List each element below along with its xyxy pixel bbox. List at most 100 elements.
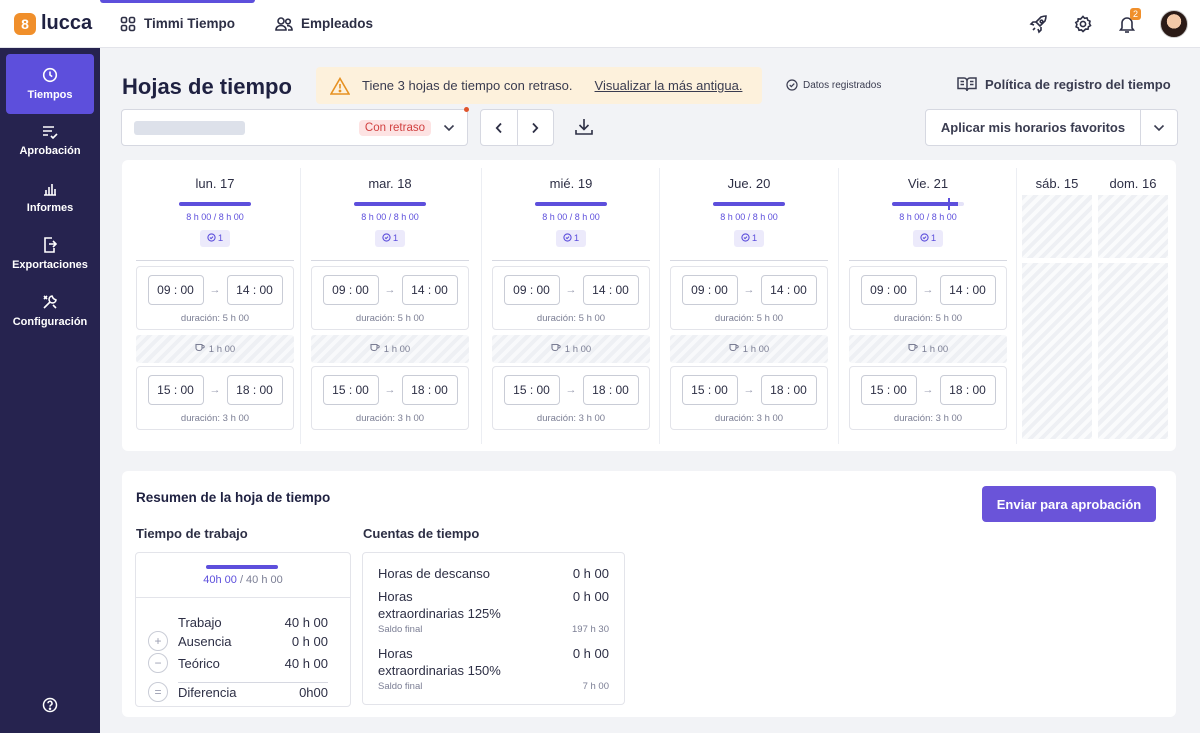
arrow-right-icon: →	[922, 384, 934, 396]
sidebar-item-informes[interactable]: Informes	[6, 168, 94, 228]
validation-pill[interactable]: 1	[200, 230, 230, 247]
time-range: 09 : 00 → 14 : 00	[493, 275, 649, 305]
check-circle-icon	[786, 79, 798, 91]
break-block[interactable]: 1 h 00	[849, 335, 1007, 363]
time-block: 09 : 00 → 14 : 00 duración: 5 h 00	[311, 266, 469, 330]
end-time-input[interactable]: 14 : 00	[939, 275, 996, 305]
coffee-cup-icon	[908, 343, 918, 355]
logo-mark-icon: 8	[14, 12, 36, 35]
sidebar: Tiempos Aprobación Informes Exportacione…	[0, 48, 100, 733]
day-header: Vie. 21	[907, 176, 949, 191]
validation-pill[interactable]: 1	[734, 230, 764, 247]
row-value: 40 h 00	[284, 655, 328, 671]
start-time-input[interactable]: 15 : 00	[860, 375, 917, 405]
end-time-input[interactable]: 18 : 00	[226, 375, 283, 405]
time-accounts-title: Cuentas de tiempo	[363, 526, 480, 541]
validation-pill[interactable]: 1	[556, 230, 586, 247]
sidebar-item-label: Configuración	[12, 316, 88, 328]
nav-label: Timmi Tiempo	[144, 16, 236, 31]
end-time-input[interactable]: 18 : 00	[939, 375, 996, 405]
bell-icon[interactable]: 2	[1116, 7, 1141, 35]
day-header: mar. 18	[368, 176, 412, 191]
sidebar-item-label: Tiempos	[27, 89, 73, 101]
end-time-input[interactable]: 14 : 00	[226, 275, 283, 305]
next-period-button[interactable]	[518, 110, 554, 145]
send-for-approval-button[interactable]: Enviar para aprobación	[982, 486, 1156, 522]
help-icon[interactable]	[40, 695, 60, 715]
column-separator	[838, 168, 839, 444]
rocket-icon[interactable]	[1028, 13, 1050, 35]
arrow-right-icon: →	[743, 384, 755, 396]
count-label: extraordinarias 125%	[378, 606, 501, 621]
policy-link[interactable]: Política de registro del tiempo	[957, 76, 1171, 92]
favorites-dropdown-button[interactable]	[1140, 110, 1177, 145]
row-value: 0h00	[299, 684, 328, 700]
day-hours: 8 h 00 / 8 h 00	[361, 212, 419, 222]
logo[interactable]: 8 lucca	[0, 12, 100, 35]
end-time-input[interactable]: 18 : 00	[401, 375, 458, 405]
start-time-input[interactable]: 09 : 00	[681, 275, 738, 305]
alert-link[interactable]: Visualizar la más antigua.	[595, 78, 743, 93]
weekend-column: dom. 16	[1096, 168, 1170, 444]
sidebar-item-aprobacion[interactable]: Aprobación	[6, 111, 94, 171]
download-icon[interactable]	[574, 118, 594, 139]
start-time-input[interactable]: 15 : 00	[503, 375, 560, 405]
start-time-input[interactable]: 15 : 00	[322, 375, 379, 405]
end-time-input[interactable]: 18 : 00	[760, 375, 817, 405]
chevron-down-icon	[1153, 124, 1165, 131]
time-block: 15 : 00 → 18 : 00 duración: 3 h 00	[492, 366, 650, 430]
day-hours: 8 h 00 / 8 h 00	[899, 212, 957, 222]
sidebar-item-exportaciones[interactable]: Exportaciones	[6, 224, 94, 284]
row-label: Ausencia	[178, 633, 232, 649]
start-time-input[interactable]: 09 : 00	[322, 275, 379, 305]
minus-icon: −	[148, 653, 168, 673]
count-row-150: Horas 0 h 00	[378, 646, 609, 661]
count-label: Horas	[378, 589, 413, 604]
nav-empleados[interactable]: Empleados	[255, 0, 393, 48]
row-label: Teórico	[178, 655, 220, 671]
favorite-schedules-control: Aplicar mis horarios favoritos	[925, 109, 1178, 146]
end-time-input[interactable]: 18 : 00	[582, 375, 639, 405]
previous-period-button[interactable]	[481, 110, 518, 145]
timesheet-summary: Resumen de la hoja de tiempo Enviar para…	[122, 471, 1176, 717]
end-time-input[interactable]: 14 : 00	[401, 275, 458, 305]
gear-icon[interactable]	[1072, 13, 1094, 35]
break-block[interactable]: 1 h 00	[670, 335, 828, 363]
work-row-ausencia: + Ausencia 0 h 00	[148, 631, 328, 651]
end-time-input[interactable]: 14 : 00	[582, 275, 639, 305]
row-label: Diferencia	[178, 684, 237, 700]
sidebar-item-configuracion[interactable]: Configuración	[6, 281, 94, 341]
start-time-input[interactable]: 09 : 00	[860, 275, 917, 305]
saldo-value: 7 h 00	[582, 681, 609, 692]
weekend-disabled-area	[1098, 195, 1168, 258]
apply-favorites-button[interactable]: Aplicar mis horarios favoritos	[926, 120, 1140, 135]
time-block: 09 : 00 → 14 : 00 duración: 5 h 00	[670, 266, 828, 330]
alert-text: Tiene 3 hojas de tiempo con retraso.	[362, 78, 573, 93]
saldo-row-125: Saldo final 197 h 30	[378, 624, 609, 635]
validation-pill[interactable]: 1	[913, 230, 943, 247]
break-duration: 1 h 00	[208, 343, 236, 355]
break-block[interactable]: 1 h 00	[311, 335, 469, 363]
start-time-input[interactable]: 09 : 00	[147, 275, 204, 305]
day-header: Jue. 20	[727, 176, 771, 191]
weekend-column: sáb. 15	[1020, 168, 1094, 444]
break-block[interactable]: 1 h 00	[492, 335, 650, 363]
day-hours: 8 h 00 / 8 h 00	[720, 212, 778, 222]
check-circle-icon	[741, 232, 750, 245]
start-time-input[interactable]: 09 : 00	[503, 275, 560, 305]
start-time-input[interactable]: 15 : 00	[681, 375, 738, 405]
end-time-input[interactable]: 14 : 00	[760, 275, 817, 305]
start-time-input[interactable]: 15 : 00	[147, 375, 204, 405]
chevron-right-icon	[532, 122, 539, 133]
main-content: Hojas de tiempo Tiene 3 hojas de tiempo …	[100, 48, 1200, 733]
nav-timmi-tiempo[interactable]: Timmi Tiempo	[100, 0, 256, 48]
validation-pill[interactable]: 1	[375, 230, 405, 247]
timesheet-select[interactable]: Con retraso	[121, 109, 468, 146]
late-indicator-dot	[464, 107, 469, 112]
sidebar-item-tiempos[interactable]: Tiempos	[6, 54, 94, 114]
break-block[interactable]: 1 h 00	[136, 335, 294, 363]
avatar[interactable]	[1160, 9, 1188, 38]
work-row-teorico: − Teórico 40 h 00	[148, 653, 328, 673]
top-bar: 8 lucca Timmi Tiempo Empleados 2	[0, 0, 1200, 48]
block-duration: duración: 3 h 00	[893, 413, 963, 424]
